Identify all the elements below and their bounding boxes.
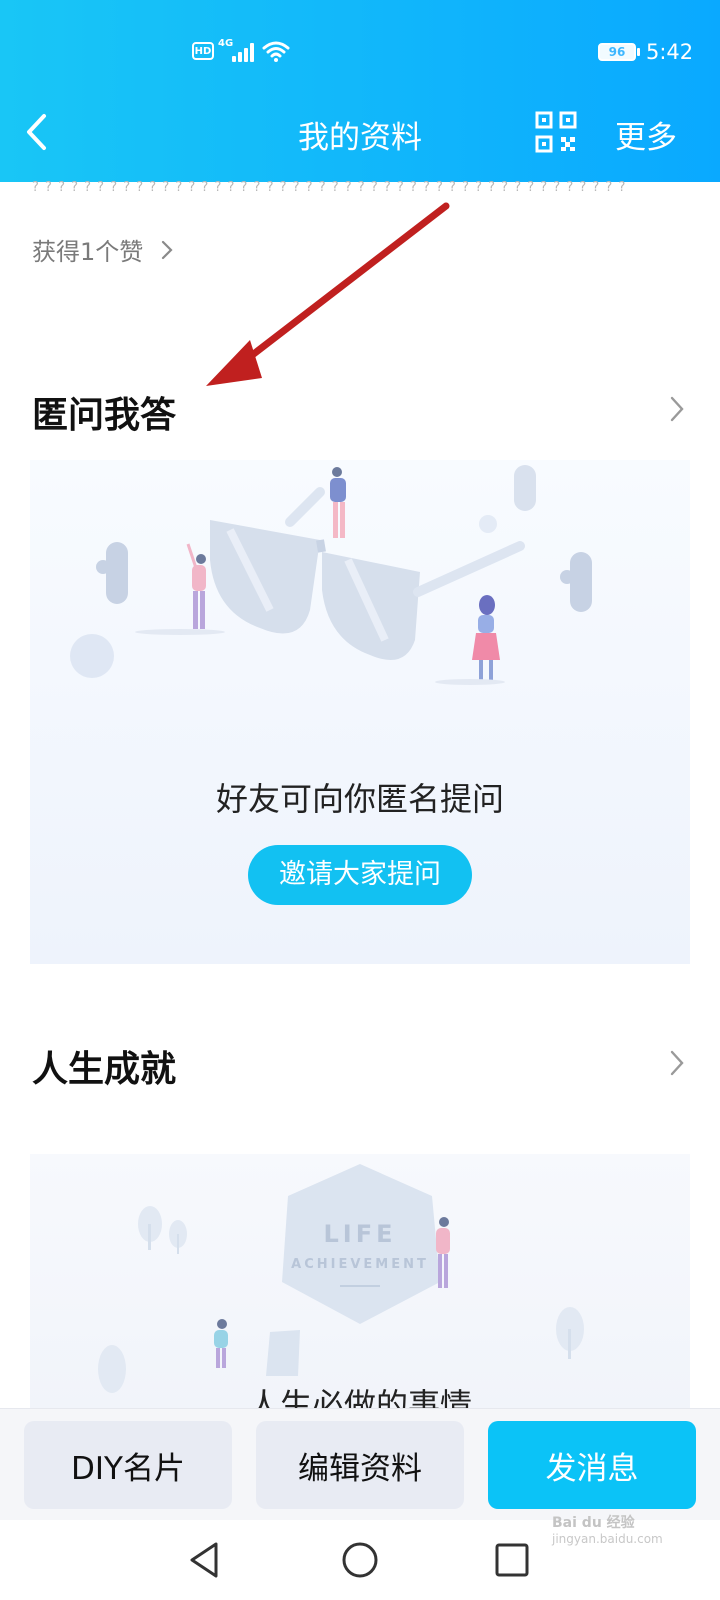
- send-message-button[interactable]: 发消息: [488, 1421, 696, 1509]
- page-title: 我的资料: [298, 120, 422, 156]
- qa-section-chevron[interactable]: [670, 396, 694, 428]
- likes-link[interactable]: 获得1个赞: [32, 232, 173, 267]
- truncated-text-row: ? ? ? ? ? ? ? ? ? ? ? ? ? ? ? ? ? ? ? ? …: [32, 180, 627, 195]
- nav-bar: 我的资料 更多: [0, 100, 720, 164]
- edit-profile-button[interactable]: 编辑资料: [256, 1421, 464, 1509]
- more-button[interactable]: 更多: [615, 112, 677, 157]
- qr-code-button[interactable]: [534, 110, 578, 154]
- profile-page: HD 4G 96 5:42 我的资料 更多 ? ? ? ? ? ? ? ? ? …: [0, 0, 720, 1600]
- wifi-icon: [262, 41, 290, 62]
- achievement-illustration: LIFE ACHIEVEMENT: [98, 1164, 584, 1393]
- battery-tip: [637, 48, 640, 56]
- signal-icon: [232, 42, 258, 62]
- watermark: Bai du 经验 jingyan.baidu.com: [552, 1512, 663, 1546]
- achievement-card: LIFE ACHIEVEMENT 人生必做的事情: [30, 1154, 690, 1409]
- clock: 5:42: [646, 40, 694, 64]
- hd-badge: HD: [192, 42, 214, 60]
- qr-code-icon: [535, 111, 577, 153]
- chevron-right-icon: [670, 396, 684, 422]
- achievement-section-title[interactable]: 人生成就: [32, 1040, 176, 1092]
- sunglasses-illustration: [70, 465, 592, 685]
- chevron-right-icon: [162, 240, 173, 259]
- diy-card-button[interactable]: DIY名片: [24, 1421, 232, 1509]
- qa-description: 好友可向你匿名提问: [215, 780, 504, 818]
- header: HD 4G 96 5:42 我的资料 更多: [0, 0, 720, 182]
- badge-line1: LIFE: [323, 1220, 396, 1248]
- chevron-right-icon: [670, 1050, 684, 1076]
- network-type: 4G: [218, 38, 234, 49]
- badge-line2: ACHIEVEMENT: [291, 1257, 429, 1272]
- home-circle-icon[interactable]: [338, 1538, 382, 1582]
- recents-square-icon[interactable]: [490, 1538, 534, 1582]
- qa-section-title[interactable]: 匿问我答: [32, 386, 176, 438]
- invite-question-button[interactable]: 邀请大家提问: [248, 845, 472, 905]
- watermark-brand: Bai du 经验: [552, 1515, 635, 1531]
- battery-icon: 96: [598, 43, 636, 61]
- watermark-url: jingyan.baidu.com: [552, 1532, 663, 1546]
- achievement-partial-text: 人生必做的事情: [247, 1386, 472, 1409]
- back-triangle-icon[interactable]: [184, 1538, 228, 1582]
- bottom-action-bar: DIY名片 编辑资料 发消息: [0, 1408, 720, 1520]
- achievement-section-chevron[interactable]: [670, 1050, 694, 1082]
- battery-level: 96: [608, 45, 626, 59]
- status-bar: HD 4G 96 5:42: [0, 34, 720, 70]
- likes-label: 获得1个赞: [32, 238, 144, 266]
- qa-card: 好友可向你匿名提问 邀请大家提问: [30, 460, 690, 964]
